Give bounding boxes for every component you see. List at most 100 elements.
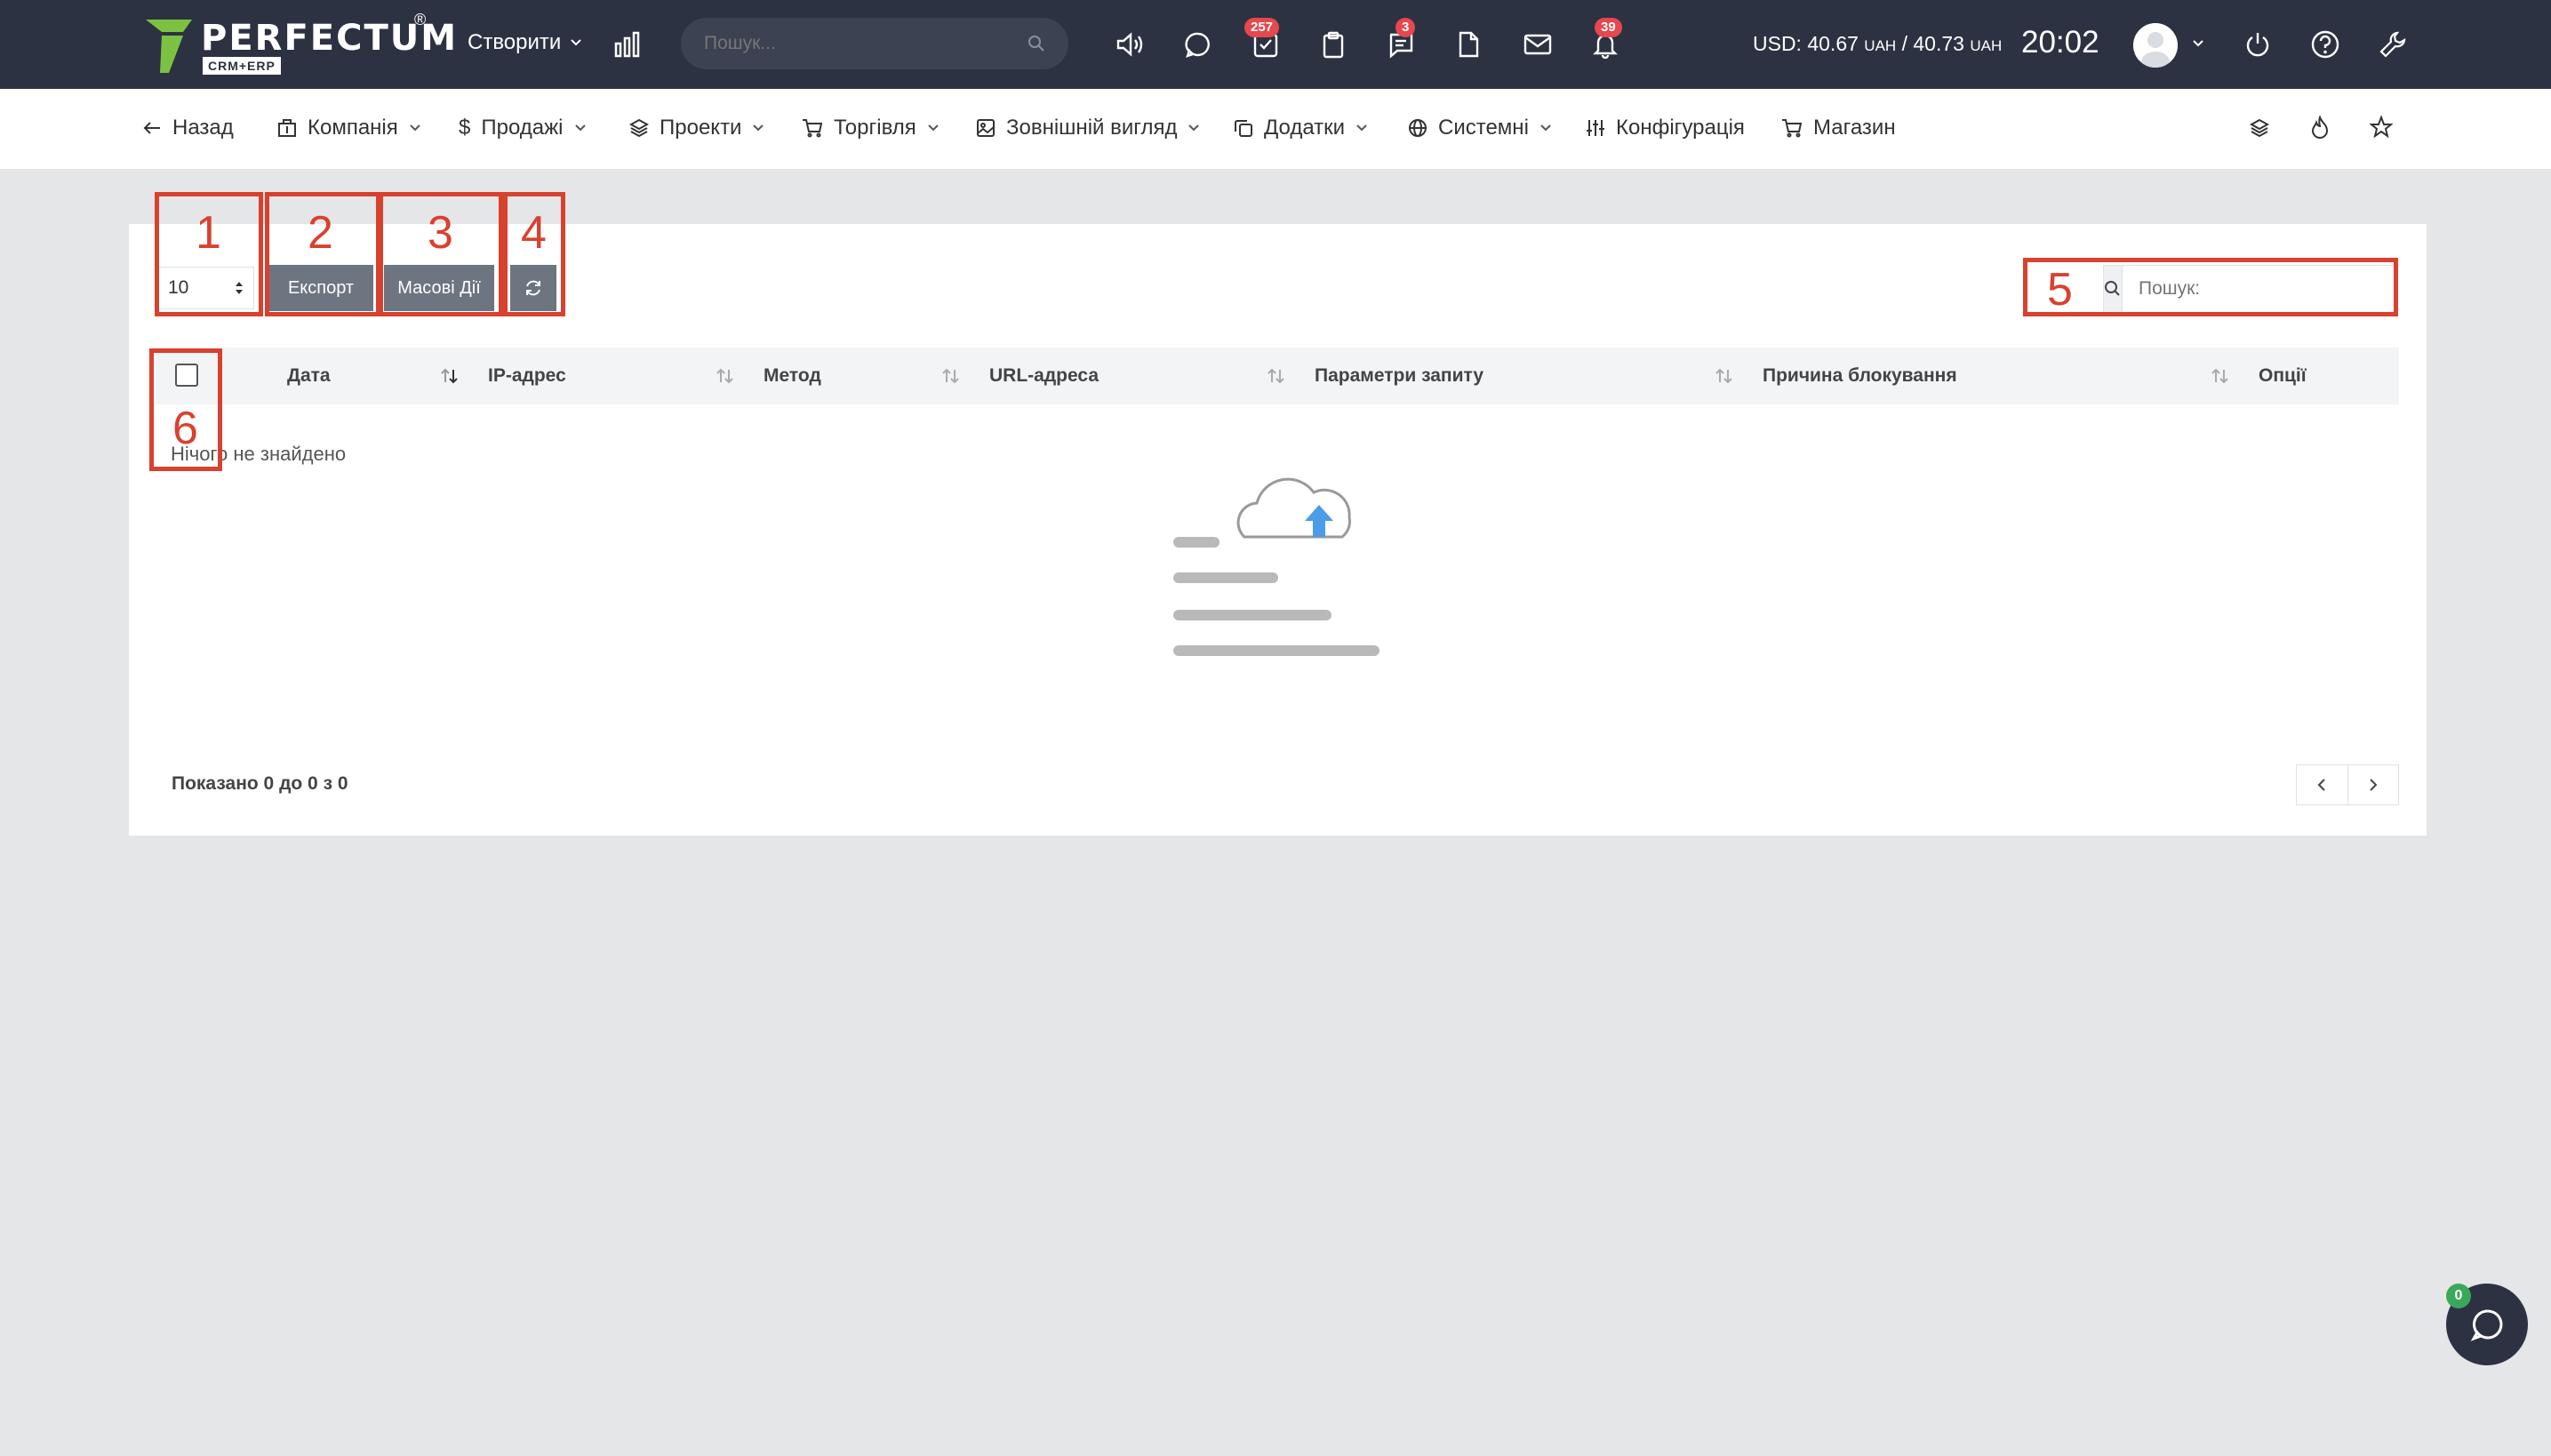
nav-trade[interactable]: Торгівля bbox=[802, 116, 940, 140]
nav-shop[interactable]: Магазин bbox=[1781, 116, 1896, 140]
currency-unit: UAH bbox=[1864, 37, 1897, 54]
global-search-input[interactable] bbox=[704, 33, 1028, 54]
dollar-icon: $ bbox=[459, 116, 471, 140]
prev-page-button[interactable] bbox=[2297, 765, 2347, 804]
fire-icon[interactable] bbox=[2309, 116, 2331, 139]
mail-icon[interactable] bbox=[1520, 27, 1555, 62]
megaphone-icon[interactable] bbox=[1113, 27, 1148, 62]
annotation-number: 3 bbox=[428, 207, 453, 259]
layers-icon[interactable] bbox=[2249, 117, 2270, 139]
chevron-down-icon bbox=[574, 124, 586, 132]
brand-subtitle: CRM+ERP bbox=[203, 57, 281, 75]
create-label: Створити bbox=[468, 30, 562, 54]
nav-back[interactable]: Назад bbox=[142, 116, 234, 140]
nav-projects[interactable]: Проекти bbox=[629, 116, 764, 140]
annotation-number: 2 bbox=[308, 207, 333, 259]
currency-usd: USD: 40.67 bbox=[1753, 32, 1859, 55]
column-header-method[interactable]: Метод bbox=[764, 365, 821, 387]
cloud-upload-illustration bbox=[1170, 452, 1397, 665]
nav-back-label: Назад bbox=[172, 116, 234, 140]
annotation-box-5 bbox=[2023, 258, 2398, 316]
top-bar: PERFECTUM ® CRM+ERP Створити 257 3 39 US… bbox=[0, 0, 2551, 89]
building-icon bbox=[278, 119, 296, 137]
help-icon[interactable] bbox=[2307, 27, 2343, 62]
main-nav: Назад Компанія $ Продажі Проекти Торгівл… bbox=[0, 89, 2551, 169]
nav-company[interactable]: Компанія bbox=[277, 116, 421, 140]
nav-label: Додатки bbox=[1264, 116, 1346, 140]
column-header-reason[interactable]: Причина блокування bbox=[1763, 365, 1957, 387]
pagination bbox=[2296, 764, 2399, 805]
chevron-down-icon bbox=[571, 39, 582, 46]
arrow-left-icon bbox=[143, 122, 160, 134]
chevron-down-icon bbox=[1540, 124, 1551, 132]
clipboard-icon[interactable] bbox=[1315, 27, 1351, 62]
tasks-badge: 257 bbox=[1244, 18, 1280, 37]
sort-icon[interactable] bbox=[2211, 367, 2230, 385]
notifications-badge: 39 bbox=[1595, 18, 1622, 37]
sort-icon[interactable] bbox=[941, 367, 961, 385]
chevron-left-icon bbox=[2317, 779, 2325, 791]
power-icon[interactable] bbox=[2240, 27, 2275, 62]
table-summary: Показано 0 до 0 з 0 bbox=[172, 773, 348, 794]
nav-label: Проекти bbox=[660, 116, 742, 140]
create-menu-button[interactable]: Створити bbox=[468, 30, 582, 55]
sort-icon[interactable] bbox=[1715, 367, 1734, 385]
logo-icon[interactable] bbox=[142, 16, 199, 76]
annotation-number: 4 bbox=[521, 207, 547, 259]
star-icon[interactable] bbox=[2370, 116, 2393, 139]
copy-icon bbox=[1235, 120, 1252, 137]
cart-icon bbox=[1782, 119, 1803, 138]
chevron-down-icon bbox=[928, 124, 939, 132]
avatar[interactable] bbox=[2133, 23, 2178, 68]
nav-label: Компанія bbox=[308, 116, 398, 140]
column-header-params[interactable]: Параметри запиту bbox=[1315, 365, 1483, 387]
image-icon bbox=[977, 119, 995, 137]
chat-badge: 0 bbox=[2446, 1284, 2471, 1308]
cart-icon bbox=[803, 119, 823, 138]
clock: 20:02 bbox=[2021, 25, 2099, 60]
chevron-down-icon bbox=[1188, 124, 1200, 132]
search-icon bbox=[1028, 36, 1044, 52]
sliders-icon bbox=[1587, 120, 1604, 136]
nav-appearance[interactable]: Зовнішній вигляд bbox=[976, 116, 1200, 140]
stats-icon[interactable] bbox=[610, 27, 645, 62]
sort-desc-icon[interactable] bbox=[440, 367, 460, 385]
currency-rate: USD: 40.67 UAH / 40.73 UAH bbox=[1753, 32, 2002, 56]
next-page-button[interactable] bbox=[2347, 765, 2399, 804]
global-search[interactable] bbox=[681, 18, 1068, 69]
nav-label: Продажі bbox=[481, 116, 564, 140]
layers-icon bbox=[629, 118, 649, 138]
annotation-number: 1 bbox=[196, 207, 221, 259]
chevron-right-icon bbox=[2370, 779, 2378, 791]
nav-addons[interactable]: Додатки bbox=[1234, 116, 1368, 140]
nav-label: Зовнішній вигляд bbox=[1006, 116, 1178, 140]
column-header-url[interactable]: URL-адреса bbox=[989, 365, 1099, 387]
column-header-date[interactable]: Дата bbox=[287, 365, 331, 387]
chevron-down-icon bbox=[753, 124, 764, 132]
globe-icon bbox=[1409, 119, 1427, 137]
annotation-number: 6 bbox=[172, 403, 198, 454]
table-header: Дата IP-адрес Метод URL-адреса Параметри… bbox=[156, 348, 2399, 404]
wrench-icon[interactable] bbox=[2375, 27, 2411, 62]
annotation-number: 5 bbox=[2047, 264, 2073, 316]
nav-configuration[interactable]: Конфігурація bbox=[1586, 116, 1745, 140]
document-icon[interactable] bbox=[1451, 27, 1486, 62]
nav-label: Торгівля bbox=[834, 116, 916, 140]
nav-label: Системні bbox=[1438, 116, 1529, 140]
currency-unit: UAH bbox=[1970, 37, 2003, 54]
nav-label: Магазин bbox=[1813, 116, 1896, 140]
sort-icon[interactable] bbox=[716, 367, 735, 385]
brand-registered: ® bbox=[414, 11, 427, 28]
sort-icon[interactable] bbox=[1267, 367, 1286, 385]
column-header-ip[interactable]: IP-адрес bbox=[488, 365, 566, 387]
nav-system[interactable]: Системні bbox=[1408, 116, 1552, 140]
chevron-down-icon bbox=[410, 124, 420, 132]
nav-label: Конфігурація bbox=[1616, 116, 1745, 140]
nav-sales[interactable]: $ Продажі bbox=[459, 116, 587, 140]
chevron-down-icon bbox=[1356, 124, 1367, 132]
column-header-options: Опції bbox=[2259, 365, 2307, 386]
currency-rate-second: / 40.73 bbox=[1896, 32, 1964, 55]
chevron-down-icon[interactable] bbox=[2192, 39, 2204, 48]
chat-icon[interactable] bbox=[1180, 27, 1216, 62]
chat-bubble-icon bbox=[2470, 1309, 2503, 1341]
